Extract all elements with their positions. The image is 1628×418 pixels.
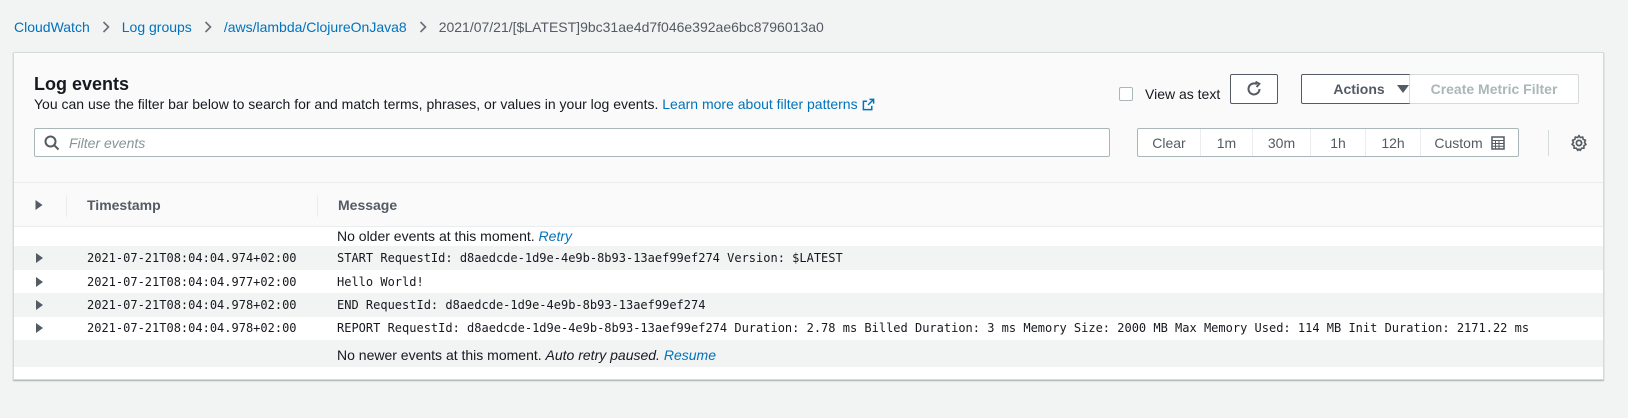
view-as-text-checkbox[interactable] — [1119, 87, 1133, 101]
expand-icon[interactable] — [36, 300, 43, 310]
external-link-icon — [862, 98, 875, 114]
chevron-right-icon — [90, 21, 122, 33]
auto-retry-paused-text: Auto retry paused. — [545, 347, 660, 363]
breadcrumb: CloudWatch Log groups /aws/lambda/Clojur… — [14, 17, 824, 37]
log-events-panel: Log events You can use the filter bar be… — [13, 52, 1604, 380]
table-header: Timestamp Message — [14, 183, 1603, 227]
view-as-text-toggle[interactable]: View as text — [1119, 86, 1220, 102]
filter-events-search[interactable] — [34, 128, 1110, 157]
time-range-custom[interactable]: Custom — [1421, 129, 1518, 156]
retry-link[interactable]: Retry — [539, 228, 572, 244]
time-range-1h[interactable]: 1h — [1311, 129, 1366, 156]
time-range-selector: Clear 1m 30m 1h 12h Custom — [1137, 128, 1519, 157]
chevron-right-icon — [192, 21, 224, 33]
gear-icon[interactable] — [1570, 134, 1588, 152]
breadcrumb-log-group[interactable]: /aws/lambda/ClojureOnJava8 — [224, 19, 407, 35]
column-header-message[interactable]: Message — [338, 197, 397, 213]
row-timestamp: 2021-07-21T08:04:04.977+02:00 — [87, 275, 297, 289]
refresh-icon — [1245, 80, 1263, 98]
table-row[interactable]: 2021-07-21T08:04:04.977+02:00 Hello Worl… — [14, 270, 1603, 294]
newer-events-row — [14, 340, 1603, 367]
page-title: Log events — [34, 74, 130, 94]
time-range-1m[interactable]: 1m — [1201, 129, 1253, 156]
time-range-30m[interactable]: 30m — [1253, 129, 1311, 156]
learn-more-link[interactable]: Learn more about filter patterns — [662, 96, 874, 112]
row-message: Hello World! — [337, 275, 424, 289]
table-row[interactable]: 2021-07-21T08:04:04.978+02:00 END Reques… — [14, 293, 1603, 317]
filter-events-input[interactable] — [69, 134, 1049, 151]
panel-header: Log events You can use the filter bar be… — [14, 53, 1603, 183]
expand-all-icon[interactable] — [35, 197, 43, 213]
learn-more-label: Learn more about filter patterns — [662, 96, 858, 112]
view-as-text-label: View as text — [1145, 86, 1221, 102]
table-row[interactable]: 2021-07-21T08:04:04.974+02:00 START Requ… — [14, 246, 1603, 270]
create-metric-filter-button[interactable]: Create Metric Filter — [1409, 74, 1579, 104]
newer-events-notice: No newer events at this moment. Auto ret… — [337, 347, 716, 363]
chevron-right-icon — [407, 21, 439, 33]
resume-link[interactable]: Resume — [664, 347, 716, 363]
row-message: REPORT RequestId: d8aedcde-1d9e-4e9b-8b9… — [337, 321, 1530, 335]
panel-description: You can use the filter bar below to sear… — [34, 96, 875, 114]
toolbar-divider — [1548, 130, 1549, 156]
refresh-button[interactable] — [1230, 74, 1278, 104]
description-text: You can use the filter bar below to sear… — [34, 96, 659, 112]
custom-label: Custom — [1434, 134, 1483, 151]
caret-down-icon — [1396, 85, 1409, 93]
breadcrumb-log-groups[interactable]: Log groups — [122, 19, 192, 35]
expand-icon[interactable] — [36, 323, 43, 333]
actions-label: Actions — [1333, 81, 1385, 97]
calendar-icon — [1490, 135, 1505, 150]
expand-icon[interactable] — [36, 277, 43, 287]
search-icon — [44, 135, 60, 151]
breadcrumb-log-stream: 2021/07/21/[$LATEST]9bc31ae4d7f046e392ae… — [438, 19, 824, 35]
row-message: START RequestId: d8aedcde-1d9e-4e9b-8b93… — [337, 251, 843, 265]
newer-events-text: No newer events at this moment. — [337, 347, 542, 363]
column-header-timestamp[interactable]: Timestamp — [87, 197, 161, 213]
row-timestamp: 2021-07-21T08:04:04.974+02:00 — [87, 251, 297, 265]
older-events-notice: No older events at this moment. Retry — [337, 228, 572, 244]
time-range-clear[interactable]: Clear — [1138, 129, 1201, 156]
column-divider — [66, 195, 67, 217]
older-events-text: No older events at this moment. — [337, 228, 535, 244]
table-row[interactable]: 2021-07-21T08:04:04.978+02:00 REPORT Req… — [14, 316, 1603, 340]
create-metric-filter-label: Create Metric Filter — [1430, 81, 1558, 97]
row-timestamp: 2021-07-21T08:04:04.978+02:00 — [87, 321, 297, 335]
row-timestamp: 2021-07-21T08:04:04.978+02:00 — [87, 298, 297, 312]
time-range-12h[interactable]: 12h — [1366, 129, 1421, 156]
column-divider — [317, 195, 318, 217]
expand-icon[interactable] — [36, 253, 43, 263]
row-message: END RequestId: d8aedcde-1d9e-4e9b-8b93-1… — [337, 298, 706, 312]
breadcrumb-cloudwatch[interactable]: CloudWatch — [14, 19, 90, 35]
